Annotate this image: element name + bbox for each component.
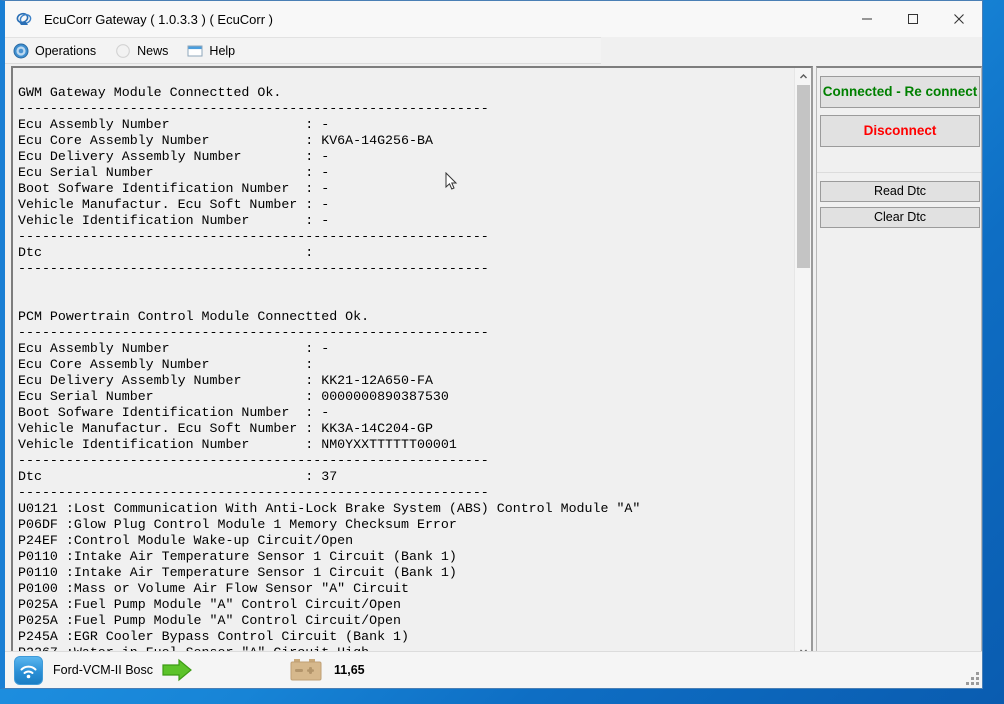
disconnect-button[interactable]: Disconnect bbox=[820, 115, 980, 147]
window-controls bbox=[844, 1, 982, 37]
application-window: EcuCorr Gateway ( 1.0.3.3 ) ( EcuCorr ) bbox=[0, 0, 983, 689]
console-output-panel[interactable]: GWM Gateway Module Connectted Ok. ------… bbox=[11, 66, 813, 662]
menu-item-operations-label: Operations bbox=[35, 43, 97, 58]
ecucorr-logo-icon[interactable] bbox=[15, 9, 35, 29]
menu-item-news[interactable]: News bbox=[107, 38, 179, 64]
operations-gear-icon bbox=[13, 43, 29, 59]
maximize-icon[interactable] bbox=[890, 1, 936, 37]
panel-divider bbox=[817, 172, 981, 173]
menu-item-help[interactable]: Help bbox=[179, 38, 246, 64]
dtc-button-group: Read Dtc Clear Dtc bbox=[820, 181, 980, 233]
green-arrow-icon bbox=[161, 657, 193, 683]
window-title: EcuCorr Gateway ( 1.0.3.3 ) ( EcuCorr ) bbox=[44, 11, 274, 27]
resize-grip[interactable] bbox=[966, 672, 979, 685]
menu-item-news-label: News bbox=[137, 43, 169, 58]
side-control-panel: Connected - Re connect Disconnect Read D… bbox=[816, 66, 982, 662]
menu-bar: Operations News Help bbox=[5, 37, 601, 64]
title-bar[interactable]: EcuCorr Gateway ( 1.0.3.3 ) ( EcuCorr ) bbox=[5, 1, 982, 37]
wifi-icon[interactable] bbox=[14, 655, 43, 685]
scrollbar-thumb[interactable] bbox=[797, 85, 810, 268]
help-window-icon bbox=[187, 43, 203, 59]
minimize-icon[interactable] bbox=[844, 1, 890, 37]
status-bar: Ford-VCM-II Bosc 11,65 bbox=[5, 651, 982, 688]
device-name-label: Ford-VCM-II Bosc bbox=[53, 663, 154, 677]
battery-voltage-label: 11,65 bbox=[334, 663, 365, 677]
news-circle-icon bbox=[115, 43, 131, 59]
battery-icon bbox=[289, 657, 325, 683]
menu-item-operations[interactable]: Operations bbox=[5, 38, 107, 64]
main-content-area: GWM Gateway Module Connectted Ok. ------… bbox=[5, 64, 982, 662]
clear-dtc-button[interactable]: Clear Dtc bbox=[820, 207, 980, 228]
menu-item-help-label: Help bbox=[209, 43, 236, 58]
connection-button-group: Connected - Re connect Disconnect bbox=[820, 76, 980, 154]
close-icon[interactable] bbox=[936, 1, 982, 37]
chevron-up-icon[interactable] bbox=[795, 68, 811, 85]
console-scrollbar[interactable] bbox=[794, 68, 811, 660]
read-dtc-button[interactable]: Read Dtc bbox=[820, 181, 980, 202]
connect-reconnect-button[interactable]: Connected - Re connect bbox=[820, 76, 980, 108]
console-output-text: GWM Gateway Module Connectted Ok. ------… bbox=[18, 85, 641, 660]
